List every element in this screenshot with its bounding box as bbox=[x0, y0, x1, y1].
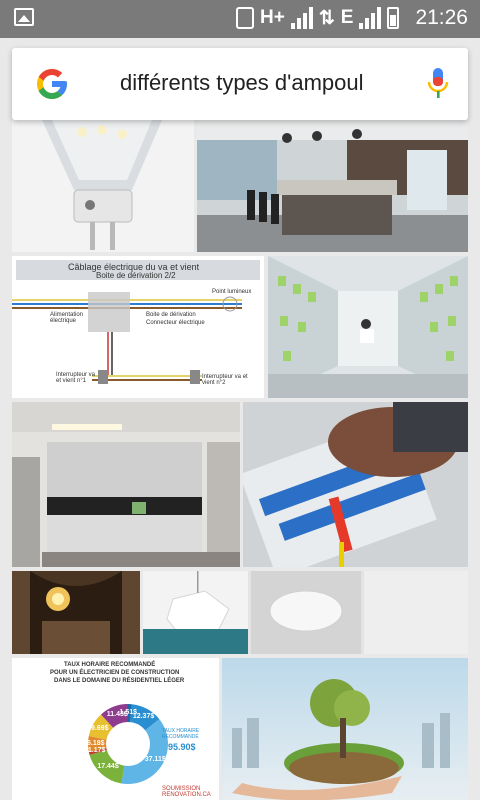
infographic-title-2: POUR UN ÉLECTRICIEN DE CONSTRUCTION bbox=[50, 670, 180, 676]
pie-slice-label-2: 37.11$ bbox=[144, 755, 166, 763]
infographic-brand: SOUMISSION RENOVATION.CA bbox=[162, 786, 211, 798]
pie-slice-label-4: 1.17$ bbox=[87, 747, 106, 755]
search-bar[interactable]: différents types d'ampoul bbox=[12, 48, 468, 120]
result-image-electrical-room[interactable] bbox=[268, 256, 468, 398]
result-image-led-bulb[interactable] bbox=[12, 120, 194, 252]
battery-icon bbox=[387, 7, 400, 29]
electrical-room-image bbox=[268, 256, 468, 398]
result-image-kitchen-lights[interactable] bbox=[12, 402, 240, 567]
infographic-total-label: TAUX HORAIRE RECOMMANDÉ bbox=[162, 728, 200, 740]
result-image-wiring-diagram[interactable]: Câblage électrique du va et vient Boite … bbox=[12, 256, 264, 398]
green-planet-image bbox=[222, 658, 468, 800]
image-notification-icon bbox=[14, 8, 34, 26]
chandelier-hall-image bbox=[12, 571, 140, 654]
result-image-green-planet[interactable] bbox=[222, 658, 468, 800]
kitchen-lights-image bbox=[12, 402, 240, 567]
kitchen-island-image bbox=[197, 120, 468, 252]
result-image-electric-panel[interactable] bbox=[243, 402, 468, 567]
result-image-kitchen-island[interactable] bbox=[197, 120, 468, 252]
status-bar: H+ ⇅ E 21:26 bbox=[0, 0, 480, 38]
diagram-label-supply: Alimentation électrique bbox=[50, 312, 84, 324]
signal-strength-2-icon bbox=[359, 7, 382, 29]
diagram-subtitle: Boite de dérivation 2/2 bbox=[96, 271, 176, 280]
diagram-label-connector: Connecteur électrique bbox=[146, 320, 205, 326]
result-image-electrician-rate-infographic[interactable]: TAUX HORAIRE RECOMMANDÉ POUR UN ÉLECTRIC… bbox=[12, 658, 219, 800]
status-icons: H+ ⇅ E 21:26 bbox=[236, 6, 468, 30]
network-type-label: H+ bbox=[260, 7, 285, 28]
led-bulb-image bbox=[12, 120, 194, 252]
pie-slice-label-6: 9.69$ bbox=[91, 724, 109, 732]
infographic-title-3: DANS LE DOMAINE DU RÉSIDENTIEL LÉGER bbox=[54, 678, 185, 684]
infographic-title-1: TAUX HORAIRE RECOMMANDÉ bbox=[64, 662, 156, 668]
pie-slice-label-7: 11.43$ bbox=[106, 711, 128, 719]
vibrate-icon bbox=[236, 7, 254, 29]
diagram-label-lamp: Point lumineux bbox=[212, 289, 252, 295]
result-image-ceiling-fixtures[interactable] bbox=[143, 571, 468, 654]
ceiling-fixtures-image bbox=[143, 571, 468, 654]
pie-slice-label-3: 17.44$ bbox=[97, 763, 119, 771]
microphone-icon[interactable] bbox=[426, 66, 450, 102]
electric-panel-image bbox=[243, 402, 468, 567]
data-arrows-icon: ⇅ bbox=[318, 7, 335, 29]
infographic-total-value: 95.90$ bbox=[168, 742, 196, 752]
search-query-text[interactable]: différents types d'ampoul bbox=[120, 70, 364, 96]
pie-slice-label-5: 6.18$ bbox=[87, 739, 105, 747]
diagram-label-switch1: Interrupteur va et vient n°1 bbox=[56, 372, 96, 384]
result-image-chandelier-hall[interactable] bbox=[12, 571, 140, 654]
diagram-label-switch2: Interrupteur va et vient n°2 bbox=[202, 374, 248, 386]
diagram-label-box: Boite de dérivation bbox=[146, 312, 196, 318]
clock: 21:26 bbox=[415, 6, 468, 29]
network-type-2-label: E bbox=[340, 7, 354, 28]
google-logo-icon bbox=[37, 69, 67, 99]
pie-slice-label-1: 12.37$ bbox=[132, 712, 155, 720]
signal-strength-icon bbox=[290, 7, 313, 29]
